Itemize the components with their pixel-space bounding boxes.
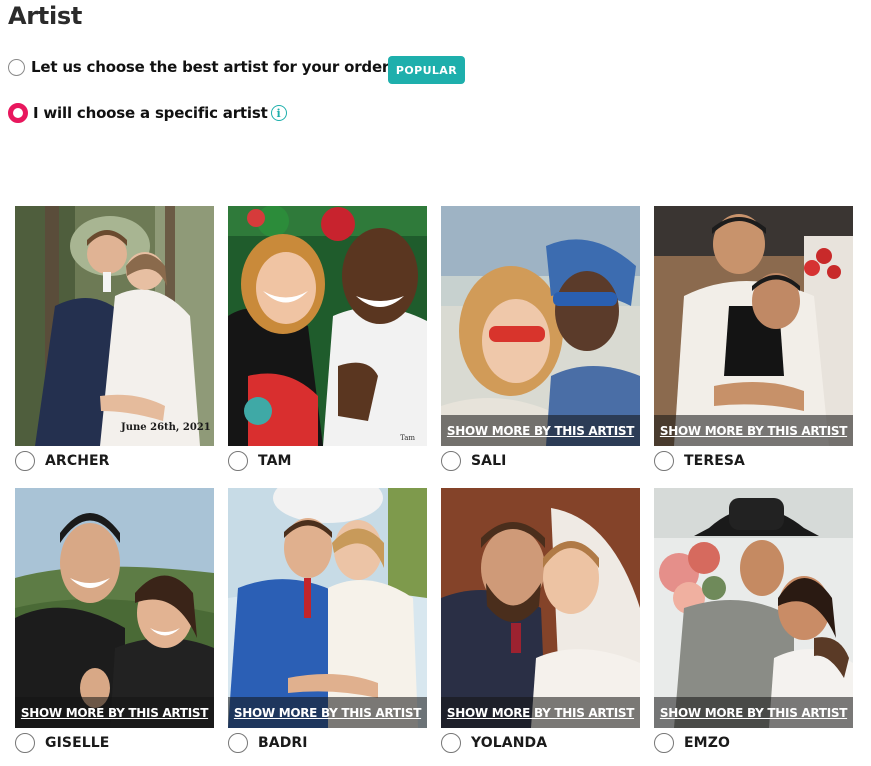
artist-card[interactable]: SHOW MORE BY THIS ARTIST TERESA <box>654 206 853 471</box>
section-title: Artist <box>8 2 83 30</box>
artist-card[interactable]: SHOW MORE BY THIS ARTIST EMZO <box>654 488 853 753</box>
radio-specific-artist[interactable] <box>8 103 28 123</box>
artist-name: ARCHER <box>45 453 110 469</box>
artist-card[interactable]: SHOW MORE BY THIS ARTIST YOLANDA <box>441 488 640 753</box>
artist-portrait[interactable]: SHOW MORE BY THIS ARTIST <box>441 488 640 728</box>
popular-badge: POPULAR <box>388 56 465 84</box>
show-more-link[interactable]: SHOW MORE BY THIS ARTIST <box>654 697 853 728</box>
artist-select[interactable]: YOLANDA <box>441 731 547 755</box>
portrait-image <box>228 488 427 728</box>
artist-select[interactable]: BADRI <box>228 731 308 755</box>
artist-name: TERESA <box>684 453 745 469</box>
info-icon[interactable]: i <box>270 105 287 121</box>
artist-card[interactable]: SHOW MORE BY THIS ARTIST BADRI <box>228 488 427 753</box>
artist-portrait[interactable]: Tam <box>228 206 427 446</box>
radio-auto-choose[interactable] <box>8 58 25 76</box>
artist-radio[interactable] <box>654 733 674 753</box>
portrait-image <box>15 206 214 446</box>
artist-name: BADRI <box>258 735 308 751</box>
artist-select[interactable]: SALI <box>441 449 506 473</box>
portrait-image <box>441 488 640 728</box>
artist-portrait[interactable]: SHOW MORE BY THIS ARTIST <box>654 206 853 446</box>
show-more-link[interactable]: SHOW MORE BY THIS ARTIST <box>654 415 853 446</box>
artist-grid: June 26th, 2021 ARCHER Tam TAM SHOW MORE… <box>15 206 855 766</box>
artist-card[interactable]: June 26th, 2021 ARCHER <box>15 206 214 471</box>
portrait-image <box>654 488 853 728</box>
artist-card[interactable]: Tam TAM <box>228 206 427 471</box>
artist-name: GISELLE <box>45 735 110 751</box>
portrait-image <box>441 206 640 446</box>
option-auto-label: Let us choose the best artist for your o… <box>31 58 390 76</box>
artist-radio[interactable] <box>441 451 461 471</box>
portrait-image <box>15 488 214 728</box>
option-auto-choose[interactable]: Let us choose the best artist for your o… <box>8 58 389 76</box>
artist-card[interactable]: SHOW MORE BY THIS ARTIST SALI <box>441 206 640 471</box>
artist-select[interactable]: TERESA <box>654 449 745 473</box>
artist-portrait[interactable]: SHOW MORE BY THIS ARTIST <box>441 206 640 446</box>
artist-select[interactable]: TAM <box>228 449 292 473</box>
show-more-link[interactable]: SHOW MORE BY THIS ARTIST <box>441 415 640 446</box>
portrait-image <box>228 206 427 446</box>
artist-radio[interactable] <box>441 733 461 753</box>
artist-select[interactable]: GISELLE <box>15 731 109 755</box>
option-specific-artist[interactable]: I will choose a specific artist i <box>8 103 287 123</box>
artist-portrait[interactable]: June 26th, 2021 <box>15 206 214 446</box>
artist-name: EMZO <box>684 735 730 751</box>
artist-name: YOLANDA <box>471 735 548 751</box>
artist-portrait[interactable]: SHOW MORE BY THIS ARTIST <box>15 488 214 728</box>
artist-card[interactable]: SHOW MORE BY THIS ARTIST GISELLE <box>15 488 214 753</box>
artist-radio[interactable] <box>15 451 35 471</box>
artist-select[interactable]: EMZO <box>654 731 730 755</box>
artist-radio[interactable] <box>228 451 248 471</box>
artist-portrait[interactable]: SHOW MORE BY THIS ARTIST <box>228 488 427 728</box>
artist-name: SALI <box>471 453 507 469</box>
show-more-link[interactable]: SHOW MORE BY THIS ARTIST <box>228 697 427 728</box>
artist-signature: Tam <box>400 434 415 442</box>
artist-portrait[interactable]: SHOW MORE BY THIS ARTIST <box>654 488 853 728</box>
artist-radio[interactable] <box>15 733 35 753</box>
artist-radio[interactable] <box>654 451 674 471</box>
option-specific-label: I will choose a specific artist <box>33 104 268 122</box>
show-more-link[interactable]: SHOW MORE BY THIS ARTIST <box>15 697 214 728</box>
portrait-image <box>654 206 853 446</box>
show-more-link[interactable]: SHOW MORE BY THIS ARTIST <box>441 697 640 728</box>
artist-select[interactable]: ARCHER <box>15 449 110 473</box>
artist-radio[interactable] <box>228 733 248 753</box>
artist-name: TAM <box>258 453 292 469</box>
date-caption: June 26th, 2021 <box>121 422 211 433</box>
